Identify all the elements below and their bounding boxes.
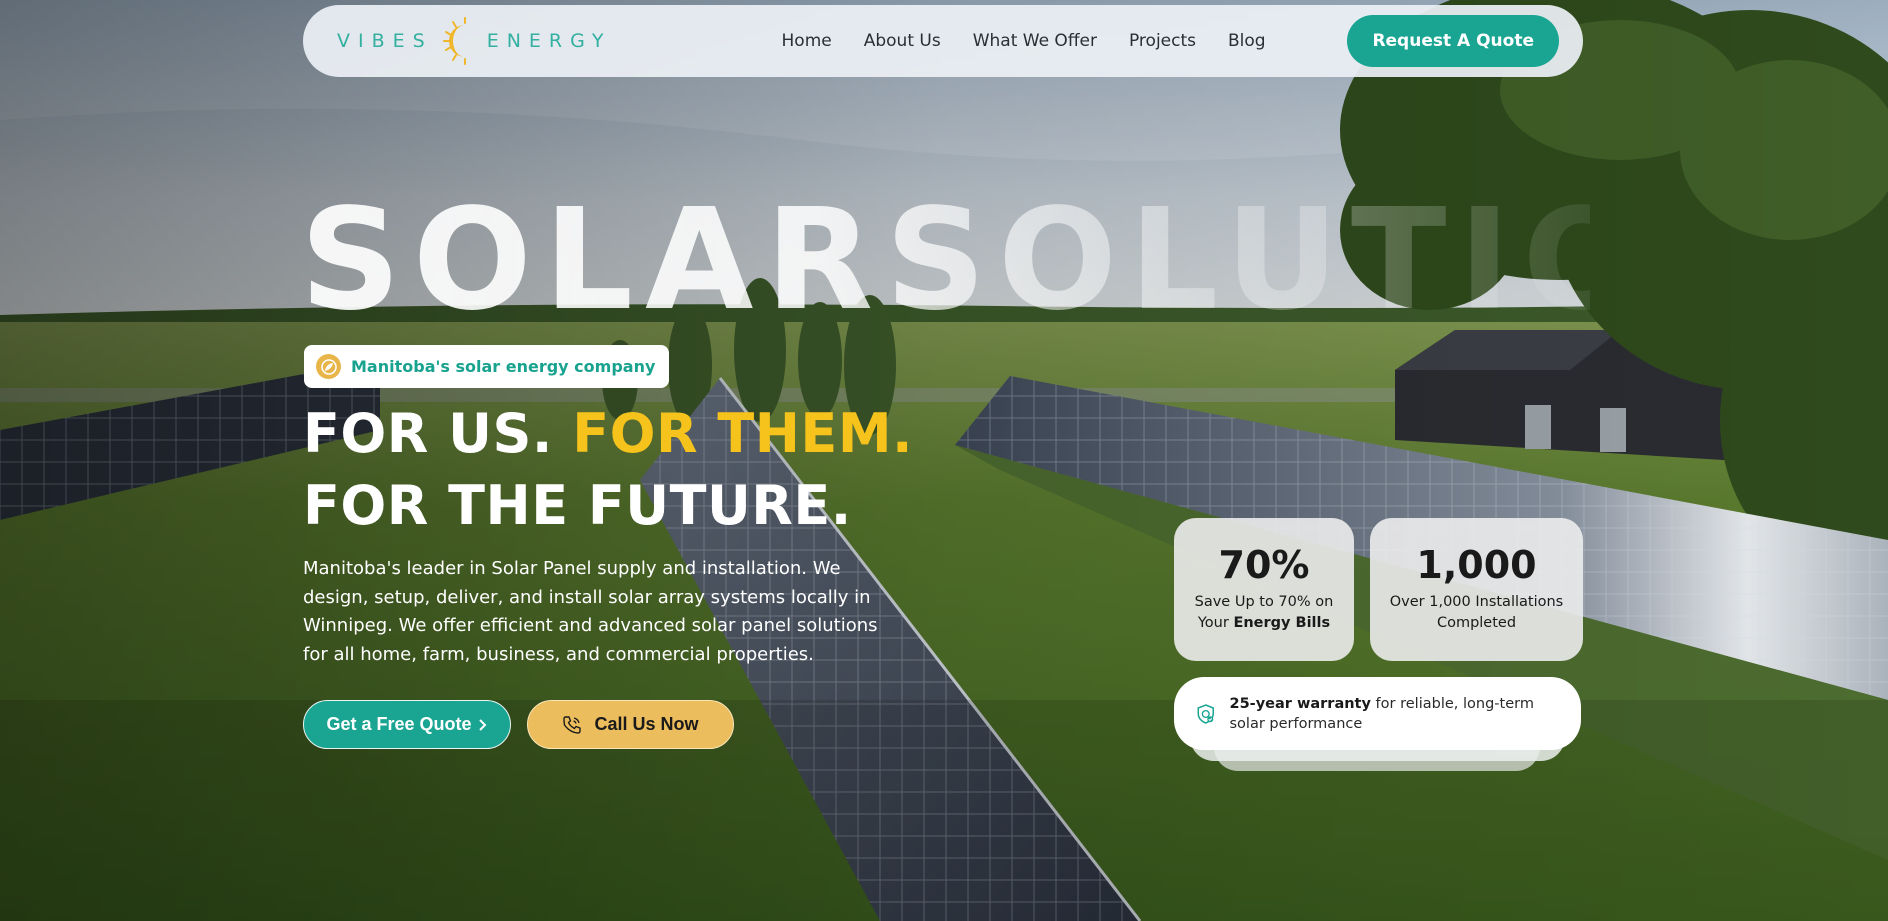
- headline-line-2: FOR THE FUTURE.: [303, 474, 852, 537]
- headline-part-1: FOR US.: [303, 402, 573, 465]
- logo-word-left: VIBES: [337, 30, 433, 52]
- nav-link-projects[interactable]: Projects: [1129, 31, 1196, 51]
- headline-accent: FOR THEM.: [572, 402, 914, 465]
- nav-link-what-we-offer[interactable]: What We Offer: [973, 31, 1097, 51]
- stat-value: 70%: [1218, 543, 1310, 587]
- nav-link-about-us[interactable]: About Us: [864, 31, 941, 51]
- brand-logo[interactable]: VIBES ENERGY: [337, 15, 612, 67]
- stat-caption-line-2: Your Energy Bills: [1197, 615, 1331, 631]
- leaf-globe-icon: [316, 354, 341, 379]
- stat-caption-line-2: Completed: [1436, 615, 1517, 631]
- free-quote-button[interactable]: Get a Free Quote: [303, 700, 511, 749]
- company-badge: Manitoba's solar energy company: [304, 345, 670, 388]
- phone-icon: [563, 715, 582, 734]
- badge-label: Manitoba's solar energy company: [351, 357, 656, 376]
- nav-link-blog[interactable]: Blog: [1228, 31, 1266, 51]
- warranty-card: 25-year warranty for reliable, long-term…: [1174, 677, 1581, 750]
- top-navbar: VIBES ENERGY Home About Us What We Offer…: [303, 5, 1583, 77]
- ghost-title: SOLARSOLUTIONS: [300, 196, 1590, 326]
- hero-background-photo: [0, 0, 1888, 921]
- stat-card-savings: 70% Save Up to 70% on Your Energy Bills: [1174, 518, 1354, 661]
- hero-description: Manitoba's leader in Solar Panel supply …: [303, 558, 878, 665]
- stat-caption: Save Up to 70% on: [1194, 594, 1334, 610]
- request-quote-button[interactable]: Request A Quote: [1347, 15, 1559, 67]
- main-menu: Home About Us What We Offer Projects Blo…: [782, 31, 1266, 51]
- stat-card-installations: 1,000 Over 1,000 Installations Completed: [1370, 518, 1583, 661]
- nav-link-home[interactable]: Home: [782, 31, 832, 51]
- stat-caption: Over 1,000 Installations: [1389, 594, 1564, 610]
- sun-logo-icon: [442, 17, 466, 65]
- call-us-button[interactable]: Call Us Now: [527, 700, 734, 749]
- shield-check-icon: [1197, 703, 1214, 724]
- warranty-text: 25-year warranty for reliable, long-term…: [1229, 695, 1534, 732]
- stat-value: 1,000: [1416, 543, 1537, 587]
- free-quote-label: Get a Free Quote: [326, 714, 472, 734]
- logo-word-right: ENERGY: [486, 30, 612, 52]
- chevron-right-icon: [478, 718, 486, 731]
- hero-headline: FOR US. FOR THEM. FOR THE FUTURE.: [303, 398, 913, 542]
- call-us-label: Call Us Now: [594, 714, 699, 734]
